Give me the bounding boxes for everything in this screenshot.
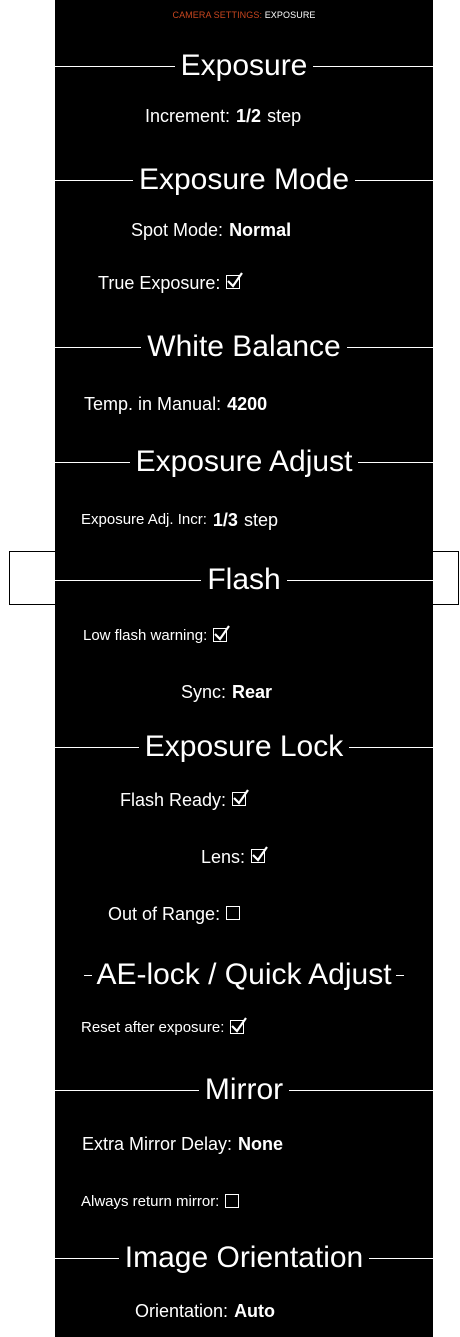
setting-unit: step	[243, 510, 278, 530]
setting-label: Temp. in Manual:	[84, 394, 222, 414]
divider-line	[55, 1257, 119, 1259]
divider-line	[55, 461, 130, 463]
flash-ready-checkbox[interactable]	[232, 789, 249, 806]
true-exposure-checkbox[interactable]	[226, 272, 244, 289]
section-header-exposure-adjust[interactable]: Exposure Adjust	[55, 440, 434, 484]
low-flash-warning-checkbox[interactable]	[213, 625, 231, 642]
divider-line	[55, 1089, 199, 1091]
section-header-white-balance[interactable]: White Balance	[55, 325, 433, 369]
check-icon	[231, 1017, 248, 1033]
out-of-range-checkbox[interactable]	[226, 906, 241, 920]
setting-label: Sync:	[181, 682, 227, 702]
setting-orientation[interactable]: Orientation: Auto	[135, 1299, 275, 1323]
divider-line	[55, 179, 133, 181]
divider-line	[55, 346, 142, 348]
divider-line	[346, 346, 433, 348]
setting-lens[interactable]: Lens:	[201, 845, 268, 869]
setting-label: Orientation:	[135, 1301, 229, 1321]
setting-value: 1/2	[236, 106, 262, 126]
setting-low-flash-warning[interactable]: Low flash warning:	[83, 624, 231, 648]
section-title-white-balance: White Balance	[147, 330, 341, 363]
setting-out-of-range[interactable]: Out of Range:	[108, 902, 241, 926]
exposure-settings-panel: CAMERA SETTINGS: EXPOSURE Exposure Incre…	[55, 0, 434, 1337]
setting-reset-after-exposure[interactable]: Reset after exposure:	[81, 1016, 248, 1040]
divider-line	[84, 974, 93, 976]
check-icon	[227, 272, 244, 288]
section-header-exposure-lock[interactable]: Exposure Lock	[55, 725, 434, 769]
setting-value: 1/3	[212, 510, 238, 530]
setting-increment[interactable]: Increment: 1/2 step	[145, 104, 301, 128]
divider-line	[349, 746, 434, 748]
setting-always-return-mirror[interactable]: Always return mirror:	[81, 1190, 240, 1214]
divider-line	[369, 1257, 433, 1259]
divider-line	[313, 65, 433, 67]
setting-label: Increment:	[145, 106, 231, 126]
setting-label: Low flash warning:	[83, 627, 208, 644]
setting-label: Reset after exposure:	[81, 1019, 225, 1036]
setting-temp-manual[interactable]: Temp. in Manual: 4200	[84, 392, 267, 416]
divider-line	[358, 461, 434, 463]
section-header-exposure-mode[interactable]: Exposure Mode	[55, 158, 433, 202]
section-header-exposure[interactable]: Exposure	[55, 44, 433, 88]
setting-value: 4200	[227, 394, 268, 414]
setting-spot-mode[interactable]: Spot Mode: Normal	[131, 218, 291, 242]
setting-label: Extra Mirror Delay:	[82, 1134, 233, 1154]
check-icon	[252, 846, 268, 862]
section-header-image-orientation[interactable]: Image Orientation	[55, 1236, 433, 1280]
divider-line	[395, 974, 404, 976]
section-title-ae-lock: AE-lock / Quick Adjust	[96, 958, 392, 991]
section-title-exposure-mode: Exposure Mode	[138, 163, 350, 196]
lens-checkbox[interactable]	[251, 846, 268, 863]
divider-line	[55, 65, 175, 67]
setting-value: Normal	[229, 220, 292, 240]
reset-after-exposure-checkbox[interactable]	[230, 1017, 248, 1034]
check-icon	[233, 789, 249, 805]
setting-exposure-adj-incr[interactable]: Exposure Adj. Incr: 1/3 step	[81, 508, 278, 532]
setting-label: Spot Mode:	[131, 220, 224, 240]
check-icon	[214, 625, 231, 641]
setting-value: Rear	[232, 682, 273, 702]
setting-label: Lens:	[201, 847, 246, 867]
section-title-exposure: Exposure	[180, 49, 308, 82]
setting-value: Auto	[234, 1301, 276, 1321]
setting-label: Flash Ready:	[120, 790, 227, 810]
section-title-exposure-adjust: Exposure Adjust	[135, 445, 353, 478]
breadcrumb-current: EXPOSURE	[264, 10, 316, 20]
always-return-mirror-checkbox[interactable]	[225, 1194, 240, 1208]
setting-value: None	[238, 1134, 284, 1154]
setting-flash-ready[interactable]: Flash Ready:	[120, 788, 249, 812]
setting-label: Exposure Adj. Incr:	[81, 511, 207, 528]
section-title-mirror: Mirror	[204, 1073, 284, 1106]
setting-label: Out of Range:	[108, 904, 221, 924]
section-header-ae-lock[interactable]: AE-lock / Quick Adjust	[55, 953, 433, 997]
breadcrumb-parent[interactable]: CAMERA SETTINGS:	[172, 10, 262, 20]
setting-true-exposure[interactable]: True Exposure:	[98, 271, 244, 295]
setting-sync[interactable]: Sync: Rear	[181, 680, 272, 704]
flash-section-selection-frame	[9, 551, 459, 605]
section-header-mirror[interactable]: Mirror	[55, 1068, 433, 1112]
setting-extra-mirror-delay[interactable]: Extra Mirror Delay: None	[82, 1132, 283, 1156]
divider-line	[355, 179, 433, 181]
setting-label: Always return mirror:	[81, 1193, 220, 1210]
setting-unit: step	[267, 106, 302, 126]
setting-label: True Exposure:	[98, 273, 221, 293]
divider-line	[289, 1089, 433, 1091]
divider-line	[55, 746, 139, 748]
section-title-image-orientation: Image Orientation	[124, 1241, 364, 1274]
section-title-exposure-lock: Exposure Lock	[144, 730, 344, 763]
breadcrumb: CAMERA SETTINGS: EXPOSURE	[55, 10, 433, 20]
